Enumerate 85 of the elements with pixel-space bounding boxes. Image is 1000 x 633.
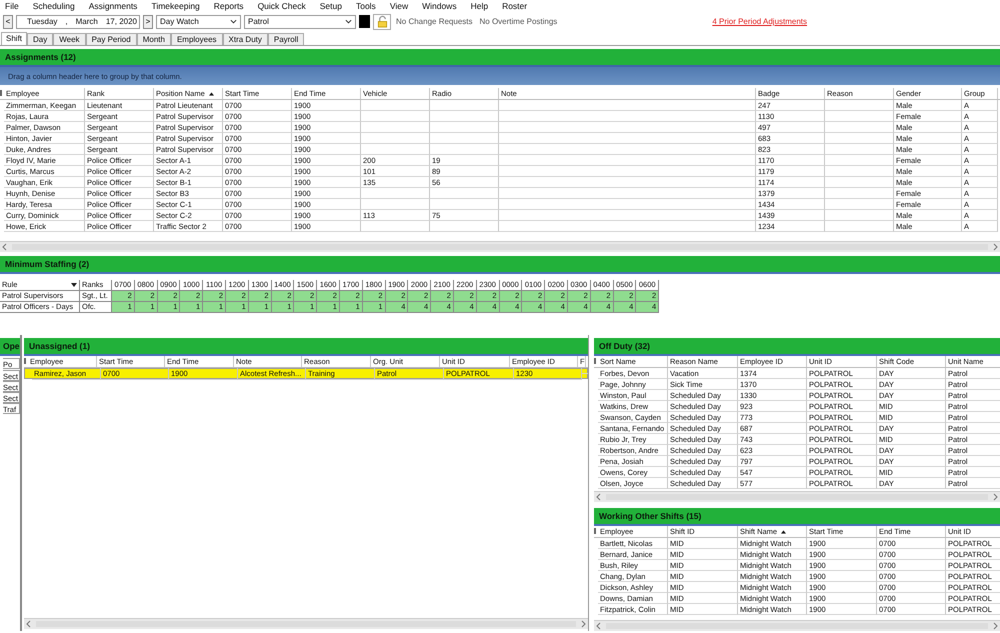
section-header-bar: Working Other Shifts (15) xyxy=(594,508,1000,524)
dropdown-caret-icon xyxy=(345,19,352,24)
chevron-left-icon[interactable] xyxy=(26,620,32,628)
chevron-left-icon[interactable] xyxy=(2,243,8,251)
sort-arrow-icon xyxy=(781,530,786,534)
menu-item[interactable]: File xyxy=(5,0,19,10)
tab[interactable]: Pay Period xyxy=(86,33,137,45)
menu-item[interactable]: Help xyxy=(470,0,488,10)
empty-cell xyxy=(825,177,894,188)
empty-cell xyxy=(361,188,430,199)
section-header-bar: Unassigned (1) xyxy=(24,338,588,354)
sort-arrow-icon xyxy=(208,92,214,96)
empty-cell xyxy=(825,166,894,177)
previous-day-button[interactable]: < xyxy=(3,14,13,28)
lock-button[interactable] xyxy=(373,14,391,30)
status-text: No Change Requests xyxy=(396,17,472,26)
tab[interactable]: Shift xyxy=(1,32,28,45)
horizontal-scrollbar[interactable] xyxy=(24,618,588,629)
empty-cell xyxy=(361,111,430,122)
empty-cell xyxy=(825,188,894,199)
empty-cell xyxy=(825,111,894,122)
drag-handle-icon[interactable] xyxy=(594,528,596,534)
empty-cell xyxy=(361,133,430,144)
section-header-bar: Assignments (12) xyxy=(0,49,1000,65)
empty-cell xyxy=(430,199,499,210)
empty-cell xyxy=(361,144,430,155)
empty-cell xyxy=(825,100,894,111)
menu-item[interactable]: Setup xyxy=(320,0,342,10)
empty-cell xyxy=(430,111,499,122)
empty-cell xyxy=(825,122,894,133)
menu-item[interactable]: Windows xyxy=(422,0,457,10)
menu-item[interactable]: Scheduling xyxy=(32,0,75,10)
chevron-right-icon[interactable] xyxy=(580,620,586,628)
menu-item[interactable]: Quick Check xyxy=(258,0,306,10)
color-swatch[interactable] xyxy=(359,15,370,28)
drag-handle-icon[interactable] xyxy=(0,90,2,96)
empty-cell xyxy=(825,199,894,210)
horizontal-scrollbar[interactable] xyxy=(594,491,1000,502)
tab[interactable]: Payroll xyxy=(268,33,304,45)
empty-cell xyxy=(361,199,430,210)
empty-cell xyxy=(825,155,894,166)
tab[interactable]: Month xyxy=(136,33,171,45)
unit-select[interactable]: Patrol xyxy=(244,14,356,28)
date-picker[interactable]: Tuesday , March 17, 2020 xyxy=(16,14,140,28)
menu-item[interactable]: View xyxy=(390,0,408,10)
empty-cell xyxy=(430,100,499,111)
empty-cell xyxy=(825,210,894,221)
empty-cell xyxy=(361,100,430,111)
dropdown-caret-icon xyxy=(230,19,237,24)
tab[interactable]: Week xyxy=(53,33,86,45)
chevron-left-icon[interactable] xyxy=(596,622,602,630)
chevron-right-icon[interactable] xyxy=(992,243,998,251)
status-text: No Overtime Postings xyxy=(480,17,558,26)
menu-item[interactable]: Tools xyxy=(356,0,376,10)
empty-cell xyxy=(430,122,499,133)
section-header-bar: Minimum Staffing (2) xyxy=(0,256,1000,272)
chevron-right-icon[interactable] xyxy=(992,493,998,501)
tab[interactable]: Employees xyxy=(170,33,223,45)
section-header-bar: Ope xyxy=(0,338,20,354)
chevron-right-icon[interactable] xyxy=(992,622,998,630)
empty-cell xyxy=(430,221,499,232)
shift-select[interactable]: Day Watch xyxy=(156,14,241,28)
chevron-left-icon[interactable] xyxy=(596,493,602,501)
dropdown-caret-icon[interactable] xyxy=(71,283,77,287)
tab[interactable]: Xtra Duty xyxy=(222,33,268,45)
drag-handle-icon[interactable] xyxy=(24,358,26,364)
empty-cell xyxy=(825,144,894,155)
horizontal-scrollbar[interactable] xyxy=(594,620,1000,631)
empty-cell xyxy=(430,188,499,199)
adjustments-link[interactable]: 4 Prior Period Adjustments xyxy=(712,17,808,26)
menu-item[interactable]: Timekeeping xyxy=(151,0,200,10)
empty-cell xyxy=(430,133,499,144)
drag-handle-icon[interactable] xyxy=(594,358,596,364)
empty-cell xyxy=(825,133,894,144)
empty-cell xyxy=(825,221,894,232)
section-header-bar: Off Duty (32) xyxy=(594,338,1000,354)
horizontal-scrollbar[interactable] xyxy=(0,241,1000,252)
empty-cell xyxy=(361,221,430,232)
menu-item[interactable]: Roster xyxy=(502,0,528,10)
menu-item[interactable]: Assignments xyxy=(88,0,138,10)
empty-cell xyxy=(430,144,499,155)
tab[interactable]: Day xyxy=(27,33,54,45)
menu-item[interactable]: Reports xyxy=(214,0,244,10)
empty-cell xyxy=(361,122,430,133)
next-day-button[interactable]: > xyxy=(143,14,153,28)
